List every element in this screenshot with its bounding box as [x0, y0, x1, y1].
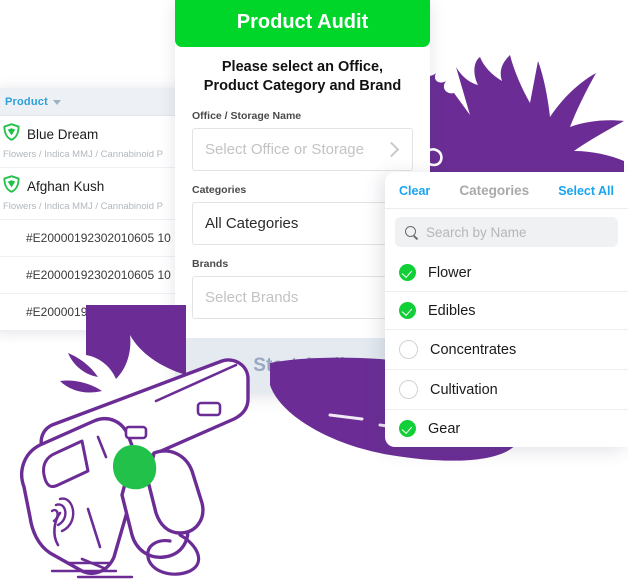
modal-subtitle: Please select an Office, Product Categor…: [203, 59, 402, 95]
category-option-concentrates[interactable]: Concentrates: [385, 330, 628, 370]
categories-select[interactable]: All Categories: [192, 202, 413, 246]
categories-dropdown-panel: Clear Categories Select All Search by Na…: [385, 172, 628, 447]
product-name: Blue Dream: [27, 127, 99, 142]
barcode-scanner-illustration: [0, 295, 340, 580]
checkbox-unchecked-icon[interactable]: [399, 380, 418, 399]
category-label: Concentrates: [430, 341, 517, 358]
green-shield-leaf-icon: [3, 123, 20, 146]
list-item[interactable]: #E20000192302010605 10: [0, 220, 197, 257]
dropdown-header: Clear Categories Select All: [385, 172, 628, 209]
checkbox-unchecked-icon[interactable]: [399, 340, 418, 359]
category-label: Edibles: [428, 302, 476, 319]
category-option-flower[interactable]: Flower: [385, 254, 628, 292]
category-label: Cultivation: [430, 381, 498, 398]
categories-value: All Categories: [205, 215, 299, 233]
checkbox-checked-icon[interactable]: [399, 302, 416, 319]
list-item[interactable]: #E20000192302010605 10: [0, 257, 197, 294]
caret-down-icon[interactable]: [52, 99, 61, 105]
search-row: Search by Name: [385, 209, 628, 254]
product-column-label: Product: [5, 96, 48, 108]
categories-field-label: Categories: [192, 184, 247, 197]
list-item[interactable]: Afghan Kush Flowers / Indica MMJ / Canna…: [0, 168, 197, 220]
list-item[interactable]: Blue Dream Flowers / Indica MMJ / Cannab…: [0, 116, 197, 168]
search-icon: [405, 225, 418, 240]
modal-header: Product Audit: [175, 0, 430, 47]
checkbox-checked-icon[interactable]: [399, 264, 416, 281]
clear-button[interactable]: Clear: [399, 184, 430, 198]
page-title: Product Audit: [236, 11, 369, 33]
dropdown-title: Categories: [459, 183, 530, 198]
category-label: Flower: [428, 264, 472, 281]
green-shield-leaf-icon: [3, 175, 20, 198]
product-name: Afghan Kush: [27, 179, 105, 194]
category-option-gear[interactable]: Gear: [385, 410, 628, 447]
checkbox-checked-icon[interactable]: [399, 420, 416, 437]
category-option-edibles[interactable]: Edibles: [385, 292, 628, 330]
product-subtitle: Flowers / Indica MMJ / Cannabinoid P: [3, 149, 163, 160]
product-list-panel: Product Blue Dream Flowers / Indica MMJ …: [0, 88, 197, 330]
search-input[interactable]: Search by Name: [395, 217, 618, 247]
select-all-button[interactable]: Select All: [558, 184, 614, 198]
category-option-cultivation[interactable]: Cultivation: [385, 370, 628, 410]
category-label: Gear: [428, 420, 461, 437]
office-field-label: Office / Storage Name: [192, 110, 302, 123]
chevron-right-icon: [383, 141, 400, 158]
product-subtitle: Flowers / Indica MMJ / Cannabinoid P: [3, 201, 163, 212]
office-placeholder: Select Office or Storage: [205, 141, 364, 159]
office-select[interactable]: Select Office or Storage: [192, 128, 413, 172]
cannabis-leaf-illustration: [410, 55, 628, 180]
product-column-header[interactable]: Product: [0, 88, 197, 116]
search-placeholder: Search by Name: [426, 224, 527, 240]
brands-field-label: Brands: [192, 258, 229, 271]
